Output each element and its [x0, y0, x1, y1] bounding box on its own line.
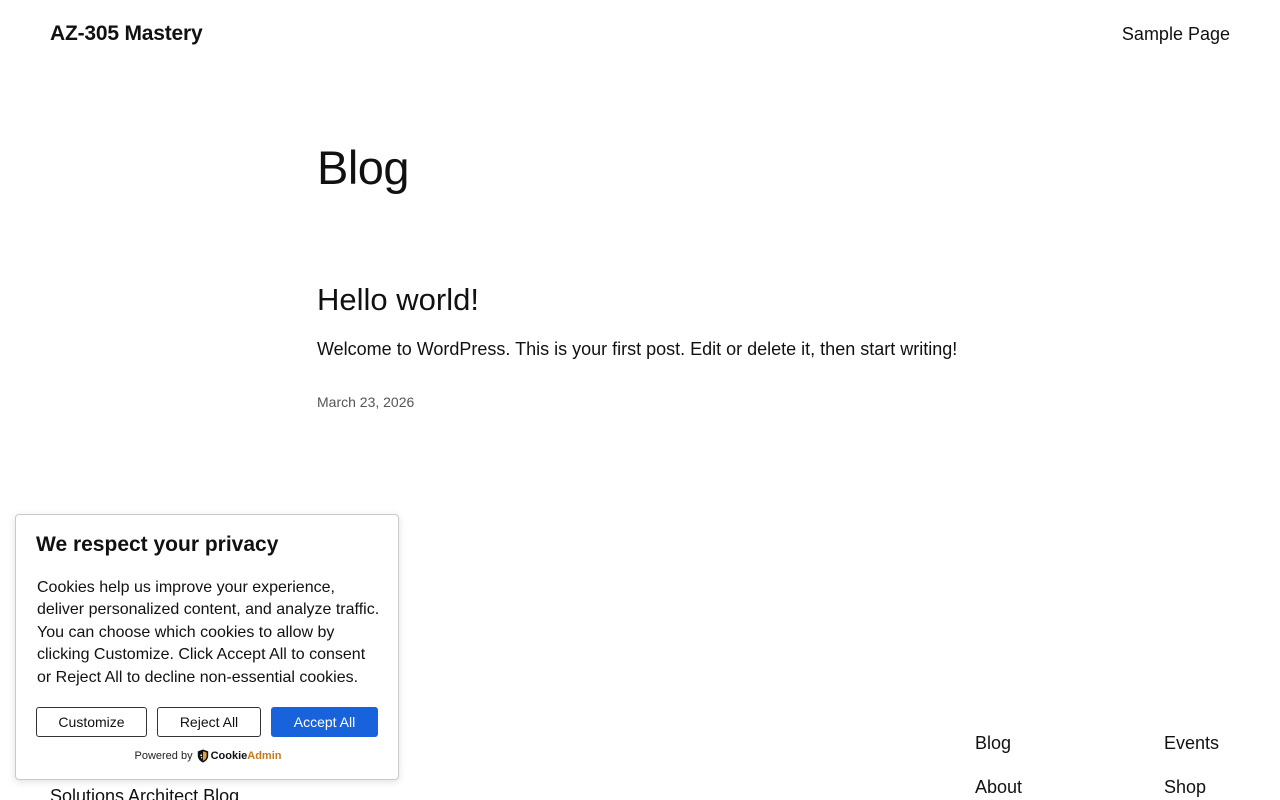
- page: AZ-305 Mastery Sample Page Blog Hello wo…: [0, 0, 1280, 800]
- footer-site-link[interactable]: Solutions Architect Blog: [50, 786, 239, 800]
- cookie-consent-banner: We respect your privacy Cookies help us …: [15, 514, 399, 780]
- post-title[interactable]: Hello world!: [317, 282, 479, 318]
- cookie-banner-text: Cookies help us improve your experience,…: [37, 579, 380, 686]
- footer-nav-col-1: Blog About: [975, 732, 1022, 800]
- customize-button[interactable]: Customize: [36, 707, 147, 737]
- powered-by-label: Powered by: [134, 750, 193, 762]
- cookieadmin-shield-icon: [197, 749, 208, 763]
- site-title[interactable]: AZ-305 Mastery: [50, 22, 203, 46]
- footer-link-about[interactable]: About: [975, 776, 1022, 798]
- cookieadmin-wordmark: CookieAdmin: [210, 750, 282, 762]
- footer-nav-col-2: Events Shop: [1164, 732, 1219, 800]
- post-date: March 23, 2026: [317, 394, 415, 410]
- powered-by: Powered by CookieAdmin: [16, 749, 400, 763]
- top-nav: Sample Page: [1122, 24, 1230, 45]
- footer-link-events[interactable]: Events: [1164, 732, 1219, 754]
- cookie-banner-title: We respect your privacy: [36, 533, 279, 556]
- post-excerpt: Welcome to WordPress. This is your first…: [317, 339, 958, 359]
- page-title: Blog: [317, 141, 410, 194]
- footer-link-blog[interactable]: Blog: [975, 732, 1022, 754]
- reject-all-button[interactable]: Reject All: [157, 707, 261, 737]
- cookieadmin-logo[interactable]: CookieAdmin: [197, 749, 282, 763]
- footer-link-shop[interactable]: Shop: [1164, 776, 1219, 798]
- nav-sample-page[interactable]: Sample Page: [1122, 24, 1230, 44]
- accept-all-button[interactable]: Accept All: [271, 707, 378, 737]
